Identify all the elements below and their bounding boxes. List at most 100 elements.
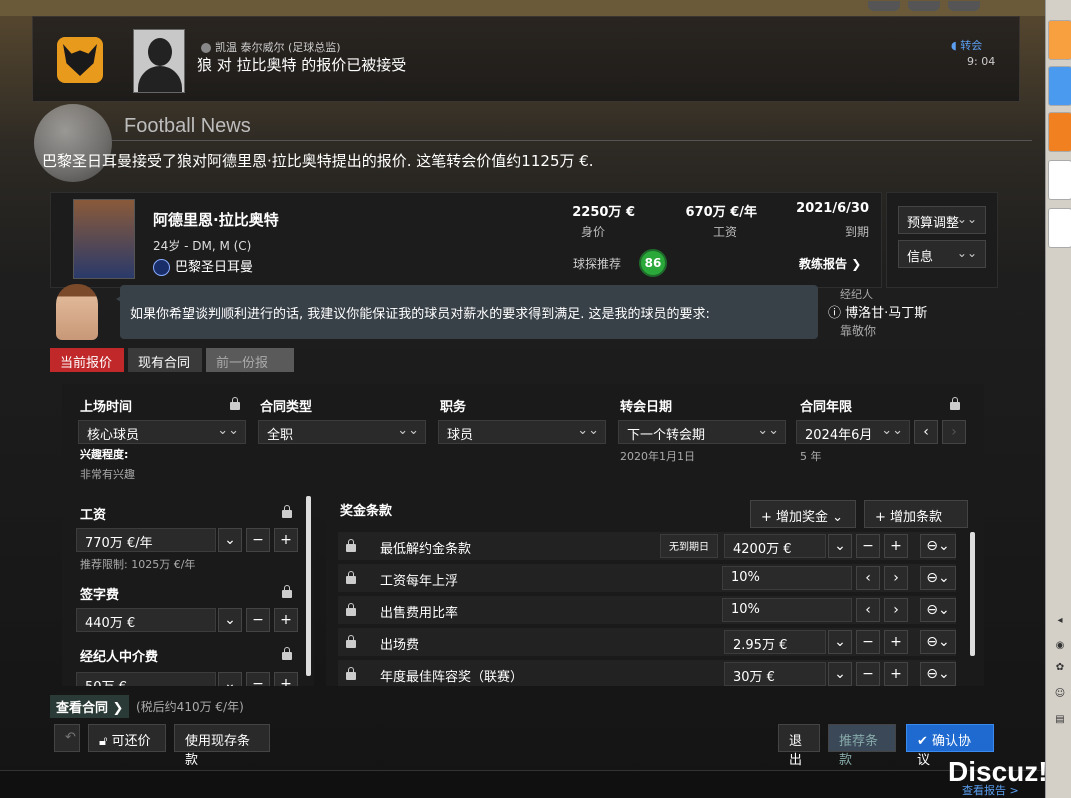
agentfee-input[interactable]: 50万 € [76, 672, 216, 686]
view-contract-link[interactable]: 查看合同 ❯ [50, 695, 130, 718]
app-icon[interactable] [1048, 160, 1071, 200]
scrollbar[interactable] [970, 532, 975, 656]
window-button[interactable] [948, 1, 980, 11]
tray-icon[interactable]: ☺ [1050, 688, 1070, 699]
lock-icon: 🔓︎ [99, 734, 112, 749]
lock-icon[interactable] [346, 539, 356, 552]
agentfee-increase-button[interactable]: + [274, 672, 298, 686]
signon-input[interactable]: 440万 € [76, 608, 216, 632]
lock-icon[interactable] [230, 397, 240, 410]
view-report-link[interactable]: 查看报告 > [962, 782, 1019, 798]
row-dropdown-button[interactable]: ⌄ [828, 534, 852, 558]
scrollbar[interactable] [306, 496, 311, 676]
lock-icon[interactable] [346, 571, 356, 584]
tray-icon[interactable]: ◉ [1050, 640, 1070, 651]
remove-row-button[interactable]: ⊖⌄ [920, 598, 956, 622]
exit-button[interactable]: 退出 [778, 724, 820, 768]
bonus-row-value[interactable]: 2.95万 € [724, 630, 826, 654]
row-prev-button[interactable]: ‹ [856, 566, 880, 590]
lock-icon[interactable] [346, 603, 356, 616]
signon-increase-button[interactable]: + [274, 608, 298, 632]
add-bonus-label: 增加奖金 [776, 510, 829, 525]
tab-existing-contract[interactable]: 现有合同 [128, 348, 202, 372]
agent-name[interactable]: ⓘ 博洛甘·马丁斯 [828, 302, 927, 321]
player-club[interactable]: 巴黎圣日耳曼 [153, 256, 253, 276]
window-button[interactable] [908, 1, 940, 11]
app-icon[interactable] [1048, 66, 1071, 106]
wage-decrease-button[interactable]: − [246, 528, 270, 552]
wage-increase-button[interactable]: + [274, 528, 298, 552]
agentfee-decrease-button[interactable]: − [246, 672, 270, 686]
row-dropdown-button[interactable]: ⌄ [828, 662, 852, 686]
window-button[interactable] [868, 1, 900, 11]
transfer-tag[interactable]: ◖ 转会 [951, 37, 982, 53]
recommend-button[interactable]: 推荐条款 [828, 724, 896, 768]
signon-decrease-button[interactable]: − [246, 608, 270, 632]
remove-row-button[interactable]: ⊖⌄ [920, 534, 956, 558]
app-icon[interactable] [1048, 20, 1071, 60]
row-decrease-button[interactable]: − [856, 662, 880, 686]
confirm-button[interactable]: ✔ 确认协议 [906, 724, 994, 768]
transfer-date-dropdown[interactable]: 下一个转会期 ⌄⌄ [618, 420, 786, 444]
player-name[interactable]: 阿德里恩·拉比奥特 [153, 209, 279, 230]
years-dropdown[interactable]: 2024年6月 ⌄⌄ [796, 420, 910, 444]
role-dropdown[interactable]: 核心球员 ⌄⌄ [78, 420, 246, 444]
app-icon[interactable] [1048, 208, 1071, 248]
wage-input[interactable]: 770万 €/年 [76, 528, 216, 552]
scout-score[interactable]: 86 [639, 249, 667, 277]
add-clause-label: 增加条款 [890, 510, 943, 525]
remove-row-button[interactable]: ⊖⌄ [920, 566, 956, 590]
football-news-title: Football News [124, 115, 251, 137]
no-expiry-button[interactable]: 无到期日 [660, 534, 718, 558]
undo-button[interactable]: ↶ [54, 724, 80, 752]
lock-icon[interactable] [950, 397, 960, 410]
lock-icon[interactable] [282, 585, 292, 598]
bonus-row-value[interactable]: 10% [722, 566, 852, 590]
info-button[interactable]: 信息 ⌄⌄ [898, 240, 986, 268]
row-decrease-button[interactable]: − [856, 534, 880, 558]
use-existing-button[interactable]: 使用现存条款 [174, 724, 270, 768]
transfer-date-sub: 2020年1月1日 [620, 450, 695, 463]
tray-icon[interactable]: ◂ [1050, 615, 1070, 626]
wage-note: 推荐限制: 1025万 €/年 [80, 558, 196, 571]
tab-previous[interactable]: 前一份报 [206, 348, 294, 372]
app-icon[interactable] [1048, 112, 1071, 152]
bonus-row-label: 最低解约金条款 [380, 542, 472, 557]
remove-row-button[interactable]: ⊖⌄ [920, 630, 956, 654]
row-increase-button[interactable]: + [884, 630, 908, 654]
tray-icon[interactable]: ▤ [1050, 714, 1070, 725]
bonus-row-value[interactable]: 4200万 € [724, 534, 826, 558]
remove-row-button[interactable]: ⊖⌄ [920, 662, 956, 686]
add-clause-button[interactable]: + 增加条款 ⌄ [864, 500, 968, 540]
next-year-button[interactable]: › [942, 420, 966, 444]
row-next-button[interactable]: › [884, 566, 908, 590]
wolf-icon [63, 44, 97, 76]
wage-label: 工资 [80, 508, 107, 523]
row-prev-button[interactable]: ‹ [856, 598, 880, 622]
lock-icon[interactable] [282, 647, 292, 660]
row-decrease-button[interactable]: − [856, 630, 880, 654]
negotiable-button[interactable]: 🔓︎ 可还价 [88, 724, 166, 752]
news-time: 9: 04 [967, 55, 996, 68]
bonus-row-value[interactable]: 30万 € [724, 662, 826, 686]
wage-dropdown-button[interactable]: ⌄ [218, 528, 242, 552]
role-value: 核心球员 [87, 428, 140, 443]
budget-adjust-button[interactable]: 预算调整 ⌄⌄ [898, 206, 986, 234]
job-dropdown[interactable]: 球员 ⌄⌄ [438, 420, 606, 444]
row-dropdown-button[interactable]: ⌄ [828, 630, 852, 654]
coach-report-link[interactable]: 教练报告 ❯ [799, 255, 861, 272]
tray-icon[interactable]: ✿ [1050, 662, 1070, 673]
lock-icon[interactable] [282, 505, 292, 518]
prev-year-button[interactable]: ‹ [914, 420, 938, 444]
row-increase-button[interactable]: + [884, 534, 908, 558]
bonus-row-value[interactable]: 10% [722, 598, 852, 622]
lock-icon[interactable] [346, 635, 356, 648]
lock-icon[interactable] [346, 667, 356, 680]
tab-current-offer[interactable]: 当前报价 [50, 348, 124, 372]
row-next-button[interactable]: › [884, 598, 908, 622]
agentfee-dropdown-button[interactable]: ⌄ [218, 672, 242, 686]
row-increase-button[interactable]: + [884, 662, 908, 686]
signon-dropdown-button[interactable]: ⌄ [218, 608, 242, 632]
type-dropdown[interactable]: 全职 ⌄⌄ [258, 420, 426, 444]
add-bonus-button[interactable]: + 增加奖金 ⌄ [750, 500, 856, 528]
